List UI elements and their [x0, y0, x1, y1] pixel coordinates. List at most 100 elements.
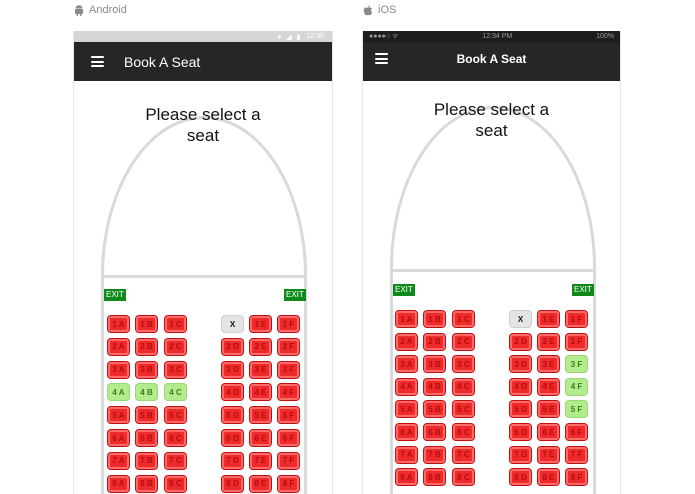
seat-2e[interactable]: 2 E [538, 333, 559, 350]
seat-1a[interactable]: 1 A [396, 311, 417, 327]
seat-6a[interactable]: 6 A [108, 430, 129, 446]
seat-4e[interactable]: 4 E [538, 378, 559, 395]
seat-8e[interactable]: 8 E [250, 475, 271, 492]
seat-2f[interactable]: 2 F [278, 338, 299, 355]
seat-1c[interactable]: 1 C [165, 316, 186, 332]
seat-5c[interactable]: 5 C [453, 401, 474, 418]
seat-5b[interactable]: 5 B [136, 407, 157, 424]
seat-3d[interactable]: 3 D [510, 356, 531, 373]
seat-2c[interactable]: 2 C [165, 338, 186, 355]
seat-2b[interactable]: 2 B [136, 338, 157, 355]
seat-6c[interactable]: 6 C [453, 424, 474, 440]
seat-7a[interactable]: 7 A [396, 446, 417, 463]
seat-3b[interactable]: 3 B [424, 356, 445, 373]
seat-2f[interactable]: 2 F [566, 333, 587, 350]
seat-2d[interactable]: 2 D [510, 333, 531, 350]
seat-1e[interactable]: 1 E [250, 316, 271, 332]
seat-3a[interactable]: 3 A [108, 361, 129, 378]
seat-8e[interactable]: 8 E [538, 469, 559, 486]
seat-7f[interactable]: 7 F [278, 452, 299, 469]
seat-4c[interactable]: 4 C [165, 384, 186, 401]
menu-icon[interactable] [91, 56, 104, 67]
seat-8f[interactable]: 8 F [278, 475, 299, 492]
seat-3b[interactable]: 3 B [136, 361, 157, 378]
seat-8c[interactable]: 8 C [165, 475, 186, 492]
seat-5f[interactable]: 5 F [278, 407, 299, 424]
seat-7b[interactable]: 7 B [424, 446, 445, 463]
seat-3e[interactable]: 3 E [250, 361, 271, 378]
seat-6f[interactable]: 6 F [566, 424, 587, 440]
seat-3f[interactable]: 3 F [566, 356, 587, 373]
seat-5b[interactable]: 5 B [424, 401, 445, 418]
seat-8a[interactable]: 8 A [396, 469, 417, 486]
seat-6d[interactable]: 6 D [222, 430, 243, 446]
seat-1b[interactable]: 1 B [136, 316, 157, 332]
seat-4f[interactable]: 4 F [566, 378, 587, 395]
seat-4a[interactable]: 4 A [108, 384, 129, 401]
seat-1c[interactable]: 1 C [453, 311, 474, 327]
seat-7d[interactable]: 7 D [222, 452, 243, 469]
seat-3c[interactable]: 3 C [453, 356, 474, 373]
seat-x[interactable]: X [510, 311, 531, 327]
seat-4b[interactable]: 4 B [424, 378, 445, 395]
seat-7e[interactable]: 7 E [538, 446, 559, 463]
seat-2d[interactable]: 2 D [222, 338, 243, 355]
seat-5d[interactable]: 5 D [222, 407, 243, 424]
seat-6e[interactable]: 6 E [538, 424, 559, 440]
seat-4a[interactable]: 4 A [396, 378, 417, 395]
seat-2e[interactable]: 2 E [250, 338, 271, 355]
ios-status-time: 12:34 PM [482, 33, 513, 40]
seat-5e[interactable]: 5 E [250, 407, 271, 424]
seat-7a[interactable]: 7 A [108, 452, 129, 469]
seat-8b[interactable]: 8 B [136, 475, 157, 492]
seat-1a[interactable]: 1 A [108, 316, 129, 332]
seat-6e[interactable]: 6 E [250, 430, 271, 446]
seat-2b[interactable]: 2 B [424, 333, 445, 350]
seat-1b[interactable]: 1 B [424, 311, 445, 327]
seat-3c[interactable]: 3 C [165, 361, 186, 378]
seat-8b[interactable]: 8 B [424, 469, 445, 486]
seat-6c[interactable]: 6 C [165, 430, 186, 446]
seat-6d[interactable]: 6 D [510, 424, 531, 440]
seat-2a[interactable]: 2 A [396, 333, 417, 350]
seat-3a[interactable]: 3 A [396, 356, 417, 373]
seat-2c[interactable]: 2 C [453, 333, 474, 350]
seat-5a[interactable]: 5 A [396, 401, 417, 418]
seat-5e[interactable]: 5 E [538, 401, 559, 418]
seat-4e[interactable]: 4 E [250, 384, 271, 401]
seat-7d[interactable]: 7 D [510, 446, 531, 463]
seat-x[interactable]: X [222, 316, 243, 332]
seat-4b[interactable]: 4 B [136, 384, 157, 401]
seat-8a[interactable]: 8 A [108, 475, 129, 492]
seat-3f[interactable]: 3 F [278, 361, 299, 378]
seat-8d[interactable]: 8 D [510, 469, 531, 486]
seat-6f[interactable]: 6 F [278, 430, 299, 446]
seat-7c[interactable]: 7 C [453, 446, 474, 463]
seat-5c[interactable]: 5 C [165, 407, 186, 424]
seat-4d[interactable]: 4 D [510, 378, 531, 395]
seat-7e[interactable]: 7 E [250, 452, 271, 469]
seat-7b[interactable]: 7 B [136, 452, 157, 469]
seat-1f[interactable]: 1 F [566, 311, 587, 327]
seat-8d[interactable]: 8 D [222, 475, 243, 492]
seat-6b[interactable]: 6 B [136, 430, 157, 446]
seat-7f[interactable]: 7 F [566, 446, 587, 463]
seat-5d[interactable]: 5 D [510, 401, 531, 418]
seat-6b[interactable]: 6 B [424, 424, 445, 440]
seat-4d[interactable]: 4 D [222, 384, 243, 401]
seat-5f[interactable]: 5 F [566, 401, 587, 418]
seat-1f[interactable]: 1 F [278, 316, 299, 332]
seat-4c[interactable]: 4 C [453, 378, 474, 395]
seat-6a[interactable]: 6 A [396, 424, 417, 440]
seat-8f[interactable]: 8 F [566, 469, 587, 486]
ios-status-bar: ●●●●○ ᯤ 12:34 PM 100% [363, 31, 620, 42]
seat-1e[interactable]: 1 E [538, 311, 559, 327]
seat-7c[interactable]: 7 C [165, 452, 186, 469]
seat-3d[interactable]: 3 D [222, 361, 243, 378]
seat-3e[interactable]: 3 E [538, 356, 559, 373]
seat-2a[interactable]: 2 A [108, 338, 129, 355]
seat-5a[interactable]: 5 A [108, 407, 129, 424]
seat-8c[interactable]: 8 C [453, 469, 474, 486]
seat-4f[interactable]: 4 F [278, 384, 299, 401]
android-plane-fuselage [101, 116, 307, 494]
